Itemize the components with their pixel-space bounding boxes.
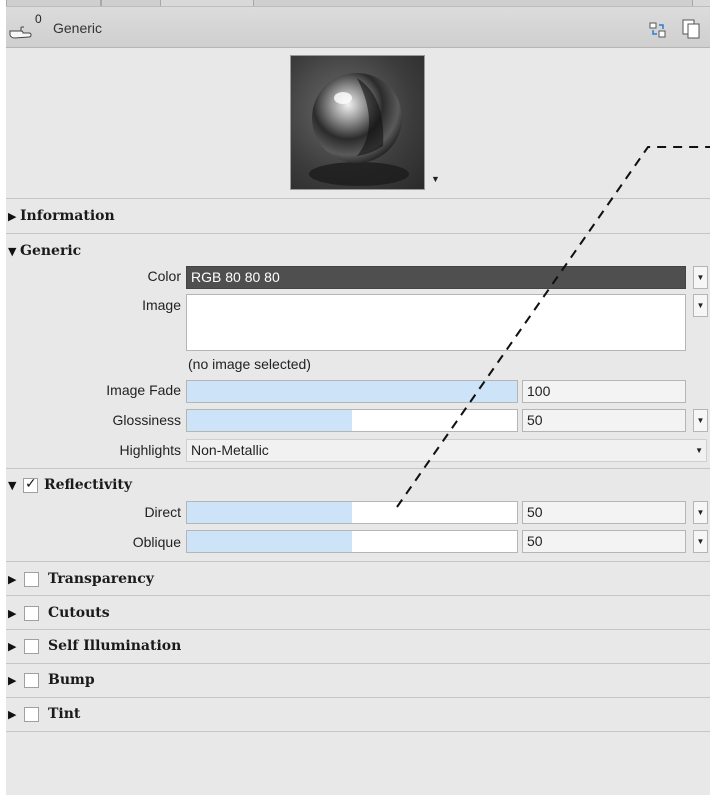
expand-triangle-icon: ▶ — [8, 572, 17, 586]
color-field[interactable]: RGB 80 80 80 — [186, 266, 686, 289]
glossiness-slider[interactable] — [186, 409, 518, 432]
collapse-triangle-icon: ▼ — [8, 244, 17, 258]
section-tint-label: Tint — [48, 706, 81, 722]
highlights-select[interactable]: Non-Metallic ▼ — [186, 439, 707, 462]
expand-triangle-icon: ▶ — [8, 209, 17, 223]
divider — [6, 233, 710, 234]
color-dropdown-icon[interactable]: ▼ — [693, 266, 708, 289]
section-generic-label: Generic — [20, 243, 82, 259]
section-generic[interactable]: ▼ Generic — [8, 238, 81, 264]
section-reflectivity-label: Reflectivity — [44, 477, 132, 493]
image-slot[interactable] — [186, 294, 686, 351]
oblique-slider-fill — [187, 531, 352, 552]
section-reflectivity[interactable]: ▼ Reflectivity — [8, 472, 132, 498]
section-bump-label: Bump — [48, 672, 95, 688]
assign-material-icon[interactable] — [648, 20, 668, 40]
oblique-value-field[interactable]: 50 — [522, 530, 686, 553]
image-fade-value-field[interactable]: 100 — [522, 380, 686, 403]
color-label: Color — [147, 268, 181, 284]
chrome-sphere-icon — [309, 73, 409, 186]
image-label: Image — [142, 297, 181, 313]
direct-slider[interactable] — [186, 501, 518, 524]
section-self-illumination-label: Self Illumination — [48, 638, 182, 654]
image-status-text: (no image selected) — [188, 356, 311, 372]
section-tint[interactable]: ▶ Tint — [8, 701, 80, 727]
hand-icon — [9, 26, 32, 39]
tab-3[interactable] — [253, 0, 693, 6]
glossiness-label: Glossiness — [112, 412, 181, 428]
expand-triangle-icon: ▶ — [8, 639, 17, 653]
section-transparency-label: Transparency — [48, 571, 154, 587]
duplicate-icon[interactable] — [680, 18, 702, 40]
expand-triangle-icon: ▶ — [8, 606, 17, 620]
material-editor-panel: 0 Generic ▼ ▶ Information ▼ Generic Colo… — [6, 0, 710, 795]
usage-count: 0 — [35, 12, 42, 26]
image-fade-slider[interactable] — [186, 380, 518, 403]
oblique-label: Oblique — [132, 534, 181, 550]
cutouts-checkbox[interactable] — [24, 605, 39, 621]
preview-dropdown-arrow-icon[interactable]: ▼ — [431, 174, 440, 184]
direct-dropdown-icon[interactable]: ▼ — [693, 501, 708, 524]
oblique-slider[interactable] — [186, 530, 518, 553]
divider — [6, 697, 710, 698]
divider — [6, 468, 710, 469]
section-information-label: Information — [20, 208, 115, 224]
section-bump[interactable]: ▶ Bump — [8, 667, 95, 693]
direct-slider-fill — [187, 502, 352, 523]
tab-strip — [6, 0, 710, 7]
material-preview-swatch[interactable] — [290, 55, 425, 190]
image-fade-label: Image Fade — [106, 382, 181, 398]
oblique-dropdown-icon[interactable]: ▼ — [693, 530, 708, 553]
divider — [6, 629, 710, 630]
collapse-triangle-icon: ▼ — [8, 478, 17, 492]
section-transparency[interactable]: ▶ Transparency — [8, 566, 154, 592]
highlights-select-value: Non-Metallic — [191, 442, 269, 458]
glossiness-slider-fill — [187, 410, 352, 431]
section-cutouts[interactable]: ▶ Cutouts — [8, 600, 110, 626]
direct-value-field[interactable]: 50 — [522, 501, 686, 524]
image-dropdown-icon[interactable]: ▼ — [693, 294, 708, 317]
section-information[interactable]: ▶ Information — [8, 203, 115, 229]
divider — [6, 561, 710, 562]
divider — [6, 595, 710, 596]
bump-checkbox[interactable] — [24, 672, 39, 688]
glossiness-dropdown-icon[interactable]: ▼ — [693, 409, 708, 432]
divider — [6, 198, 710, 199]
transparency-checkbox[interactable] — [24, 571, 39, 587]
section-cutouts-label: Cutouts — [48, 605, 110, 621]
expand-triangle-icon: ▶ — [8, 673, 17, 687]
divider — [6, 731, 710, 732]
self-illumination-checkbox[interactable] — [24, 638, 39, 654]
direct-label: Direct — [144, 504, 181, 520]
tab-1[interactable] — [6, 0, 101, 6]
section-self-illumination[interactable]: ▶ Self Illumination — [8, 633, 181, 659]
tint-checkbox[interactable] — [24, 706, 39, 722]
image-fade-slider-fill — [187, 381, 517, 402]
divider — [6, 663, 710, 664]
reflectivity-checkbox[interactable] — [23, 476, 38, 493]
material-header: 0 Generic — [6, 7, 710, 48]
expand-triangle-icon: ▶ — [8, 707, 17, 721]
tab-2[interactable] — [101, 0, 161, 6]
highlights-dropdown-icon: ▼ — [695, 446, 703, 455]
material-title: Generic — [53, 20, 103, 36]
highlights-label: Highlights — [119, 442, 181, 458]
glossiness-value-field[interactable]: 50 — [522, 409, 686, 432]
